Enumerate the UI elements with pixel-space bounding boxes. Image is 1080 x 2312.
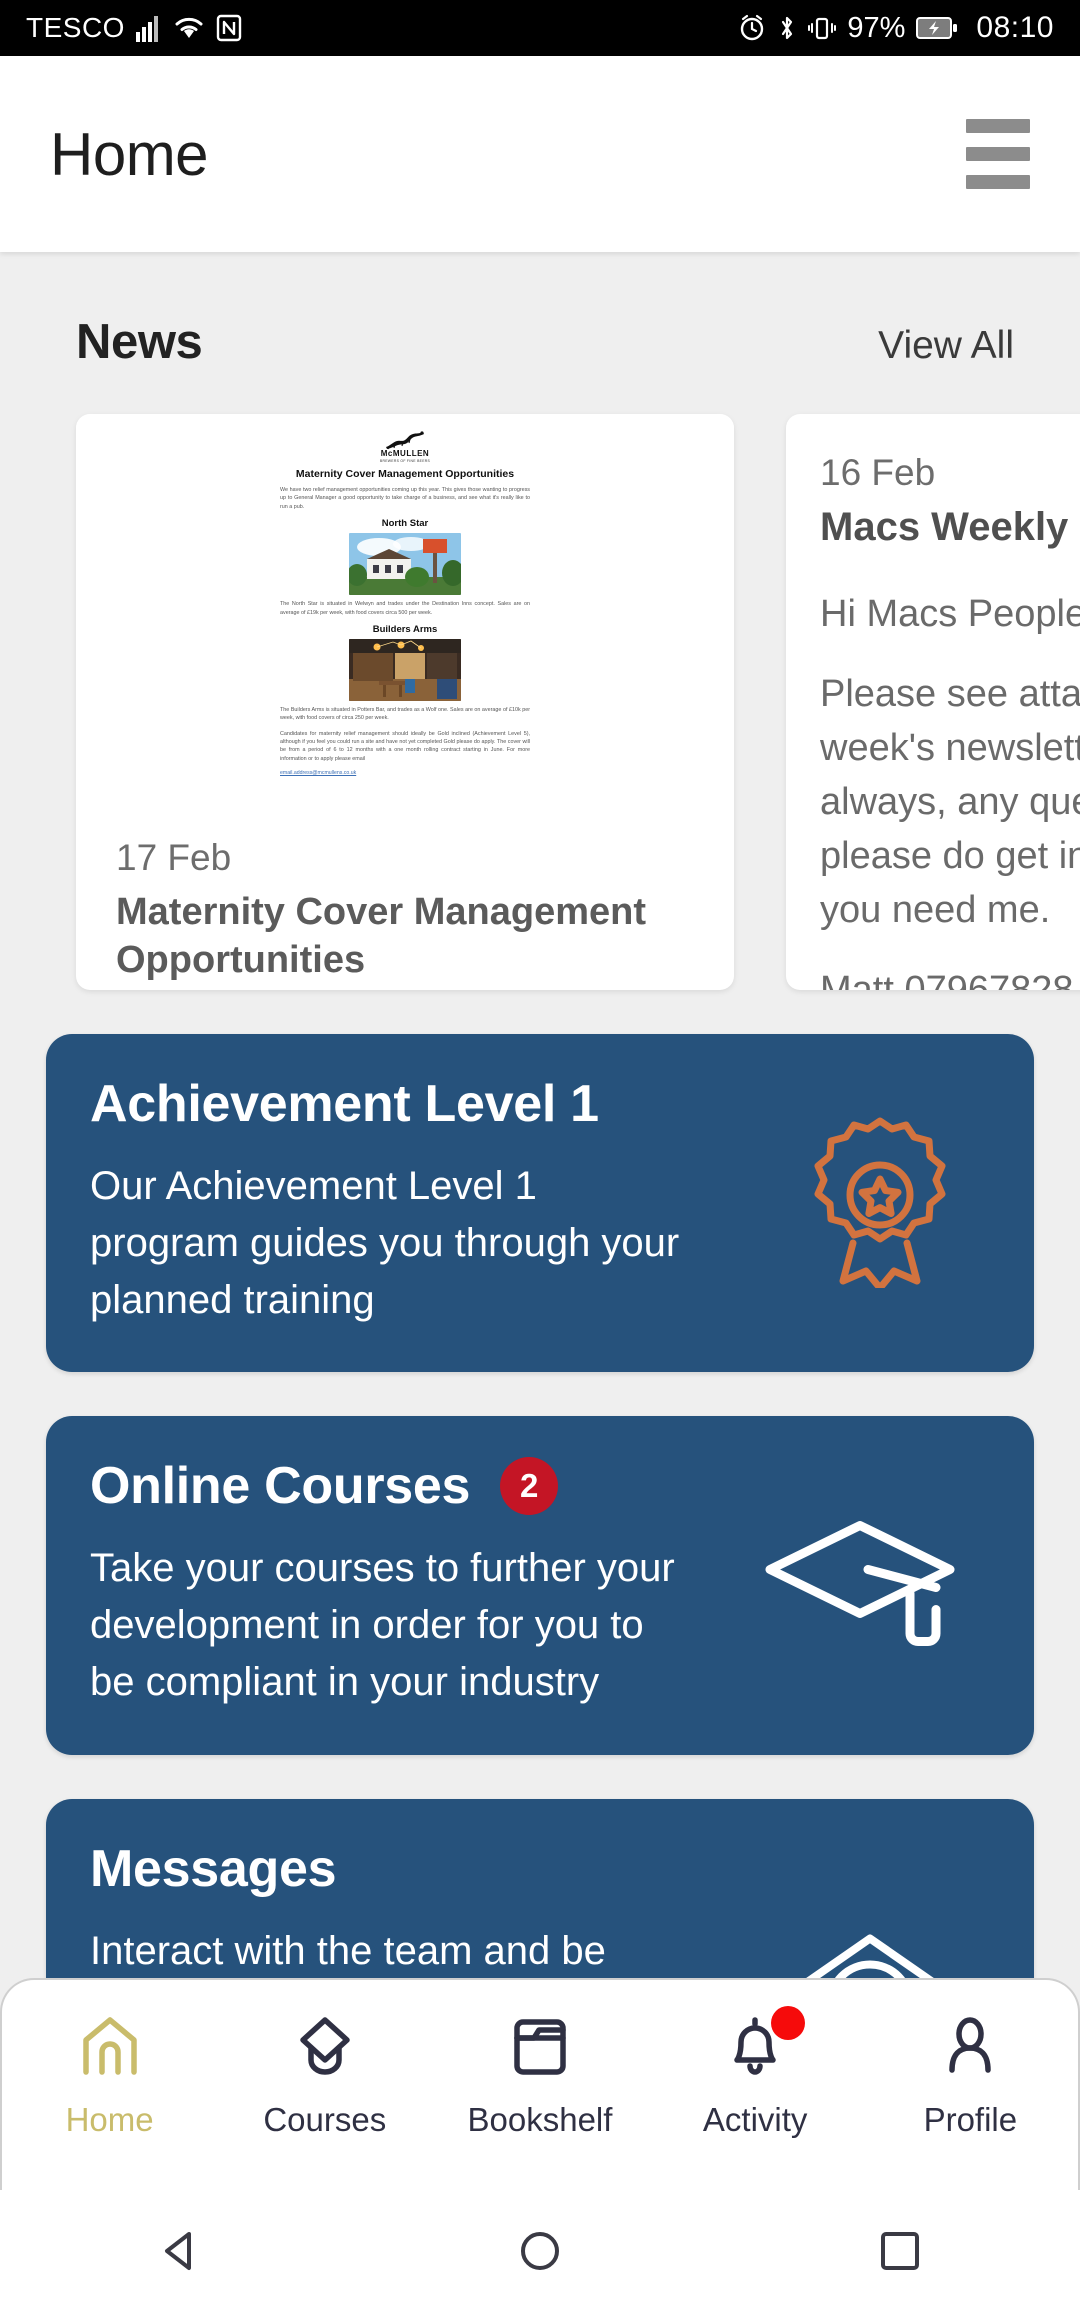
folder-icon bbox=[504, 2010, 576, 2087]
document-section-text: The Builders Arms is situated in Potters… bbox=[280, 706, 530, 722]
mcmullen-logo: McMULLEN BREWERS OF FINE BEERS bbox=[280, 430, 530, 463]
feature-card-achievement[interactable]: Achievement Level 1 Our Achievement Leve… bbox=[46, 1034, 1034, 1373]
person-icon bbox=[934, 2010, 1006, 2087]
logo-wordmark: McMULLEN bbox=[380, 449, 430, 458]
nav-item-profile[interactable]: Profile bbox=[880, 2010, 1060, 2139]
battery-charging-icon bbox=[916, 16, 958, 40]
activity-badge-dot bbox=[771, 2006, 806, 2040]
nav-item-home[interactable]: Home bbox=[20, 2010, 200, 2139]
wifi-icon bbox=[173, 14, 205, 42]
feature-card-header: Online Courses 2 bbox=[90, 1456, 990, 1516]
news-card-paragraph: Please see attached this week's newslett… bbox=[820, 672, 1080, 931]
feature-card-header: Messages bbox=[90, 1839, 990, 1899]
feature-card-online-courses[interactable]: Online Courses 2 Take your courses to fu… bbox=[46, 1416, 1034, 1755]
hamburger-bar bbox=[966, 119, 1030, 133]
news-card-body: Hi Macs People Please see attached this … bbox=[820, 588, 1080, 990]
recents-square-icon[interactable] bbox=[871, 2222, 929, 2280]
home-circle-icon[interactable] bbox=[511, 2222, 569, 2280]
carrier-label: TESCO bbox=[26, 12, 125, 43]
document-email-link[interactable]: email.address@mcmullens.co.uk bbox=[280, 770, 530, 776]
nav-item-courses[interactable]: Courses bbox=[235, 2010, 415, 2139]
status-badge: 2 bbox=[500, 1457, 559, 1516]
back-triangle-icon[interactable] bbox=[151, 2222, 209, 2280]
hamburger-bar bbox=[966, 175, 1030, 189]
app-header: Home bbox=[0, 56, 1080, 252]
news-card-headline: Maternity Cover Management Opportunities bbox=[116, 890, 647, 982]
news-section-header: News View All bbox=[0, 252, 1080, 370]
north-star-photo bbox=[349, 533, 461, 596]
document-intro: We have two relief management opportunit… bbox=[280, 487, 530, 510]
hamburger-icon[interactable] bbox=[966, 113, 1030, 195]
news-card-date: 16 Feb bbox=[820, 452, 936, 493]
news-card[interactable]: McMULLEN BREWERS OF FINE BEERS Maternity… bbox=[76, 414, 734, 990]
vibrate-icon bbox=[808, 14, 837, 42]
bluetooth-icon bbox=[777, 14, 797, 42]
feature-card-description: Take your courses to further your develo… bbox=[90, 1546, 675, 1704]
logo-subtitle: BREWERS OF FINE BEERS bbox=[379, 459, 431, 463]
nfc-icon bbox=[216, 14, 242, 42]
status-bar-left: TESCO bbox=[26, 12, 242, 44]
bottom-navigation-bar: Home Courses Bookshelf Activity Profile bbox=[0, 1978, 1080, 2190]
news-card-date: 17 Feb bbox=[116, 837, 232, 878]
signal-icon bbox=[135, 14, 162, 42]
news-view-all-link[interactable]: View All bbox=[878, 324, 1014, 368]
nav-item-activity[interactable]: Activity bbox=[665, 2006, 845, 2139]
feature-card-description: Our Achievement Level 1 program guides y… bbox=[90, 1164, 680, 1322]
document-section-title: North Star bbox=[381, 518, 429, 530]
graduation-cap-icon bbox=[289, 2010, 361, 2087]
award-rosette-icon bbox=[800, 1113, 960, 1293]
news-card-caption: 17 Feb Maternity Cover Management Opport… bbox=[76, 814, 734, 985]
nav-item-bookshelf[interactable]: Bookshelf bbox=[450, 2010, 630, 2139]
news-section-title: News bbox=[76, 315, 203, 369]
builders-arms-photo bbox=[349, 638, 461, 701]
alarm-icon bbox=[738, 14, 766, 42]
document-section-text: The North Star is situated in Welwyn and… bbox=[280, 601, 530, 616]
document-closing-text: Candidates for maternity relief manageme… bbox=[280, 730, 530, 762]
news-card-signature: Matt 07967828 bbox=[820, 968, 1074, 990]
document-title: Maternity Cover Management Opportunities bbox=[295, 468, 515, 480]
news-card-headline: Macs Weekly bbox=[820, 504, 1069, 549]
news-thumbnail: McMULLEN BREWERS OF FINE BEERS Maternity… bbox=[76, 414, 734, 814]
news-card[interactable]: 16 Feb Macs Weekly Hi Macs People Please… bbox=[786, 414, 1080, 990]
graduation-cap-icon bbox=[760, 1513, 960, 1658]
nav-label-bookshelf: Bookshelf bbox=[467, 2101, 613, 2138]
feature-card-title: Online Courses bbox=[90, 1457, 471, 1516]
feature-card-title: Achievement Level 1 bbox=[90, 1075, 599, 1133]
page-title: Home bbox=[50, 120, 209, 188]
news-card-greeting: Hi Macs People bbox=[820, 592, 1080, 635]
status-bar-right: 97% 08:10 bbox=[738, 11, 1054, 45]
hamburger-bar bbox=[966, 147, 1030, 161]
nav-label-profile: Profile bbox=[923, 2101, 1018, 2138]
nav-label-home: Home bbox=[65, 2101, 154, 2138]
nav-label-activity: Activity bbox=[702, 2101, 808, 2138]
nav-label-courses: Courses bbox=[263, 2101, 387, 2138]
feature-card-title: Messages bbox=[90, 1839, 337, 1898]
home-icon bbox=[74, 2010, 146, 2087]
news-carousel[interactable]: McMULLEN BREWERS OF FINE BEERS Maternity… bbox=[0, 370, 1080, 990]
document-preview: McMULLEN BREWERS OF FINE BEERS Maternity… bbox=[280, 430, 530, 814]
clock-label: 08:10 bbox=[976, 11, 1054, 44]
document-section-title: Builders Arms bbox=[372, 623, 438, 635]
battery-percent-label: 97% bbox=[847, 11, 906, 44]
status-bar: TESCO 97% 08:10 bbox=[0, 0, 1080, 56]
android-system-nav bbox=[0, 2190, 1080, 2312]
